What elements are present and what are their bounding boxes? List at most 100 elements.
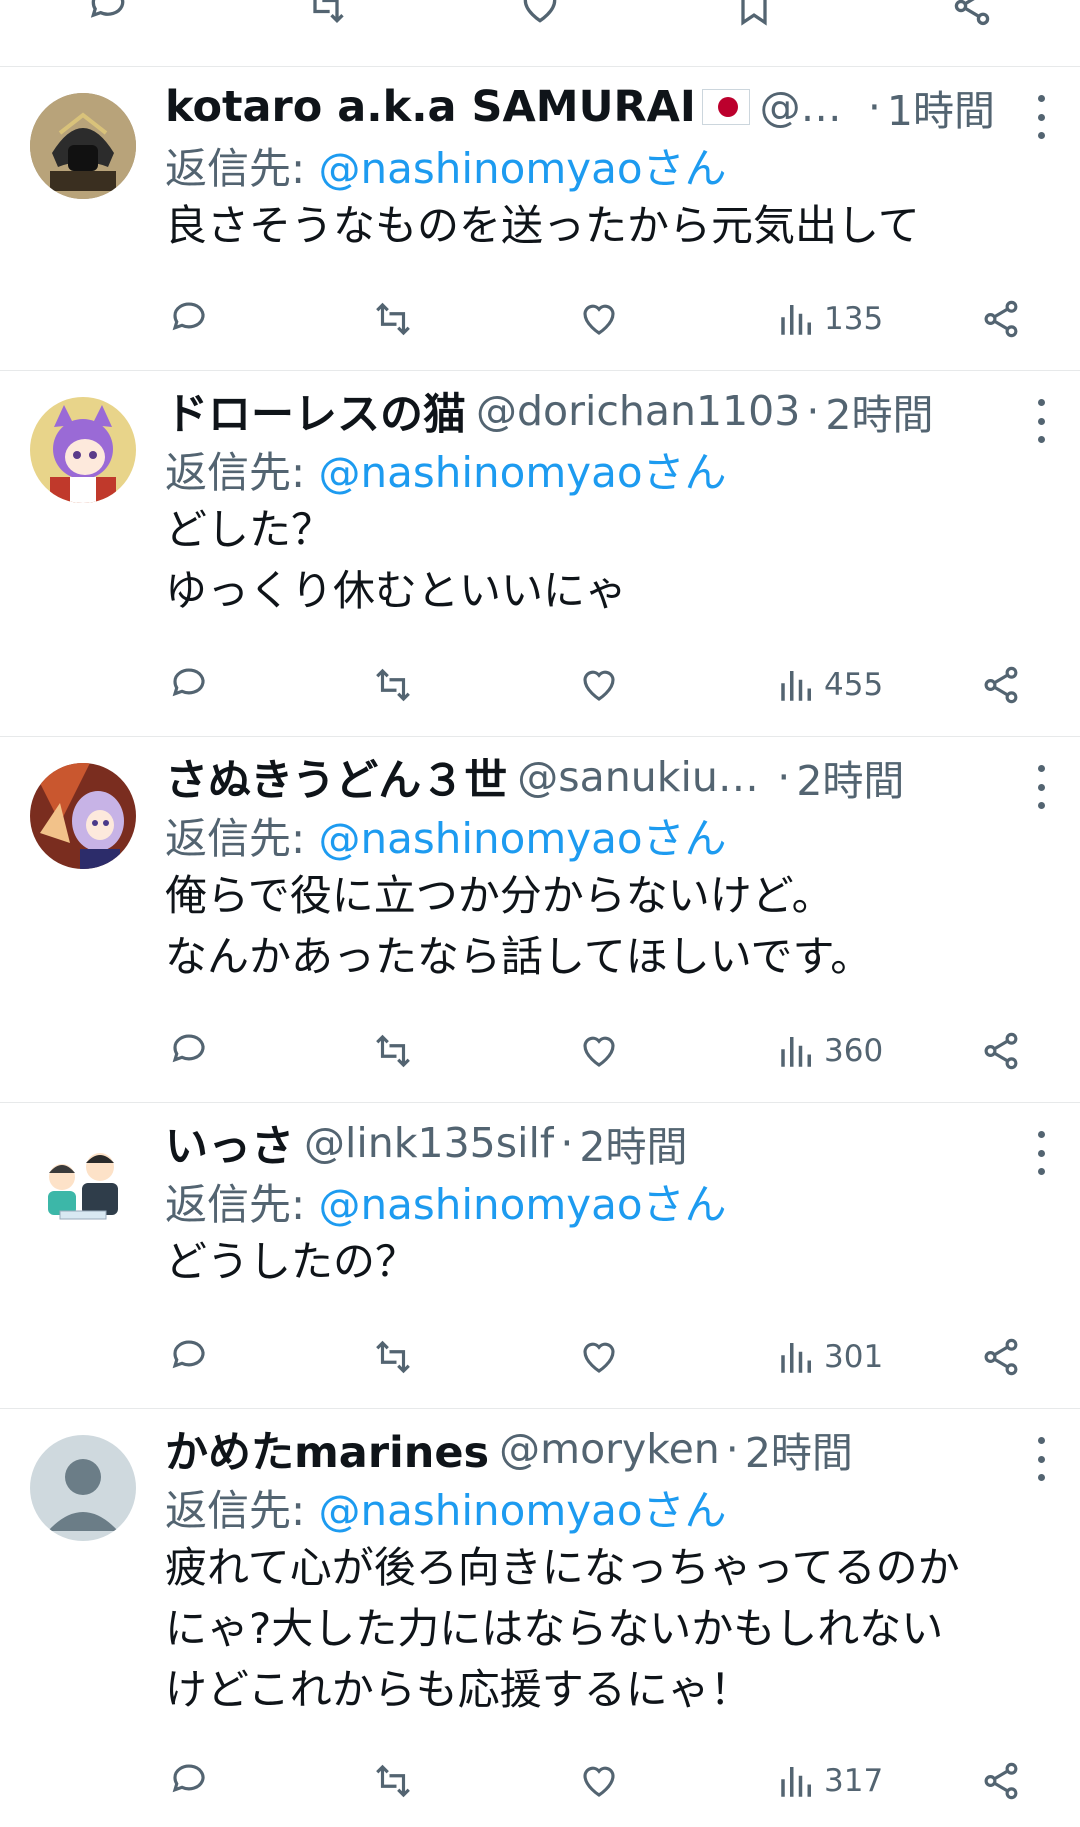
reply-to-line: 返信先: @nashinomyaoさん [165,1477,727,1538]
reply-icon [172,668,205,697]
post-time[interactable]: 2時間 [745,1419,853,1479]
separator-dot: · [777,753,791,801]
reply-to-line: 返信先: @nashinomyaoさん [165,1171,727,1232]
repost-button[interactable] [372,655,414,715]
display-name[interactable]: いっさ [165,1112,294,1174]
avatar[interactable] [30,1129,136,1235]
user-handle[interactable]: @sanukiud… [517,753,771,801]
views-count: 301 [824,1339,884,1375]
reply-button[interactable] [168,289,210,349]
user-handle[interactable]: @link135silf [304,1119,554,1167]
reply-button[interactable] [168,1021,210,1081]
reply-to-mention[interactable]: @nashinomyaoさん [319,1486,727,1535]
reply-button[interactable] [80,0,136,34]
share-button[interactable] [944,0,1000,34]
illustration-avatar-image [30,1129,136,1235]
reply-to-mention[interactable]: @nashinomyaoさん [319,1180,727,1229]
more-icon[interactable] [1036,1131,1046,1175]
separator-dot: · [867,83,881,131]
reply-button[interactable] [168,1327,210,1387]
views-button[interactable]: 301 [776,1327,883,1387]
reply-to-line: 返信先: @nashinomyaoさん [165,805,727,866]
post-text-line: にゃ?大した力にはならないかもしれない [165,1604,944,1653]
post-time[interactable]: 1時間 [887,77,995,137]
display-name[interactable]: さぬきうどん３世 [165,746,507,808]
user-handle[interactable]: @dorichan1103 [476,387,800,435]
repost-icon [376,1764,410,1798]
default-avatar-image [30,1435,136,1541]
like-button[interactable] [578,289,620,349]
share-button[interactable] [980,1751,1022,1811]
display-name[interactable]: kotaro a.k.a SAMURAI [165,82,696,132]
post-time[interactable]: 2時間 [796,747,904,807]
like-button[interactable] [578,1327,620,1387]
reply-icon [90,0,125,18]
reply-post[interactable]: さぬきうどん３世 @sanukiud… · 2時間 返信先: @nashinom… [0,737,1080,1103]
repost-icon [313,0,344,24]
post-time[interactable]: 2時間 [579,1113,687,1173]
views-button[interactable]: 135 [776,289,883,349]
anime-cat-girl-image [30,397,136,503]
post-time[interactable]: 2時間 [825,381,933,441]
post-text: 俺らで役に立つか分からないけど。 なんかあったなら話してほしいです。 [165,865,1045,987]
views-count: 317 [824,1763,884,1799]
more-icon[interactable] [1036,765,1046,809]
repost-button[interactable] [372,1327,414,1387]
bookmark-button[interactable] [726,0,782,34]
repost-button[interactable] [372,289,414,349]
anime-character-image [30,763,136,869]
like-icon [583,670,615,701]
repost-button[interactable] [298,0,354,34]
share-button[interactable] [980,1327,1022,1387]
like-button[interactable] [578,655,620,715]
avatar[interactable] [30,763,136,869]
repost-icon [376,668,410,702]
reply-button[interactable] [168,1751,210,1811]
share-icon [954,0,990,26]
reply-icon [172,302,205,331]
like-button[interactable] [578,1751,620,1811]
like-button[interactable] [512,0,568,34]
repost-button[interactable] [372,1021,414,1081]
views-button[interactable]: 360 [776,1021,883,1081]
like-icon [583,1766,615,1797]
reply-to-label: 返信先: [165,1180,319,1229]
reply-post[interactable]: いっさ @link135silf · 2時間 返信先: @nashinomyao… [0,1103,1080,1409]
reply-to-mention[interactable]: @nashinomyaoさん [319,448,727,497]
japan-flag-icon [701,89,750,125]
more-icon[interactable] [1036,399,1046,443]
like-button[interactable] [578,1021,620,1081]
more-icon[interactable] [1036,1437,1046,1481]
reply-post[interactable]: ドローレスの猫 @dorichan1103 · 2時間 返信先: @nashin… [0,371,1080,737]
reply-to-mention[interactable]: @nashinomyaoさん [319,144,727,193]
share-icon [984,1338,1018,1376]
reply-to-mention[interactable]: @nashinomyaoさん [319,814,727,863]
display-name[interactable]: ドローレスの猫 [165,380,466,442]
post-text: 疲れて心が後ろ向きになっちゃってるのか にゃ?大した力にはならないかもしれない … [165,1537,1045,1720]
views-button[interactable]: 455 [776,655,883,715]
views-button[interactable]: 317 [776,1751,883,1811]
share-button[interactable] [980,1021,1022,1081]
like-icon [583,1036,615,1067]
samurai-helmet-image [30,93,136,199]
avatar[interactable] [30,93,136,199]
post-text-line: どうしたの？ [165,1237,418,1286]
reply-post[interactable]: かめたmarines @moryken · 2時間 返信先: @nashinom… [0,1409,1080,1827]
share-button[interactable] [980,289,1022,349]
separator-dot: · [560,1119,574,1167]
avatar[interactable] [30,397,136,503]
reply-button[interactable] [168,655,210,715]
share-button[interactable] [980,655,1022,715]
user-handle[interactable]: @K… [760,83,862,131]
separator-dot: · [806,387,820,435]
reply-to-label: 返信先: [165,448,319,497]
post-text: 良さそうなものを送ったから元気出して [165,195,1045,256]
views-icon [781,1343,811,1373]
views-icon [781,1037,811,1067]
more-icon[interactable] [1036,95,1046,139]
reply-post[interactable]: kotaro a.k.a SAMURAI @K… · 1時間 返信先: @nas… [0,67,1080,371]
user-handle[interactable]: @moryken [499,1425,720,1473]
display-name[interactable]: かめたmarines [165,1418,489,1480]
repost-button[interactable] [372,1751,414,1811]
avatar[interactable] [30,1435,136,1541]
